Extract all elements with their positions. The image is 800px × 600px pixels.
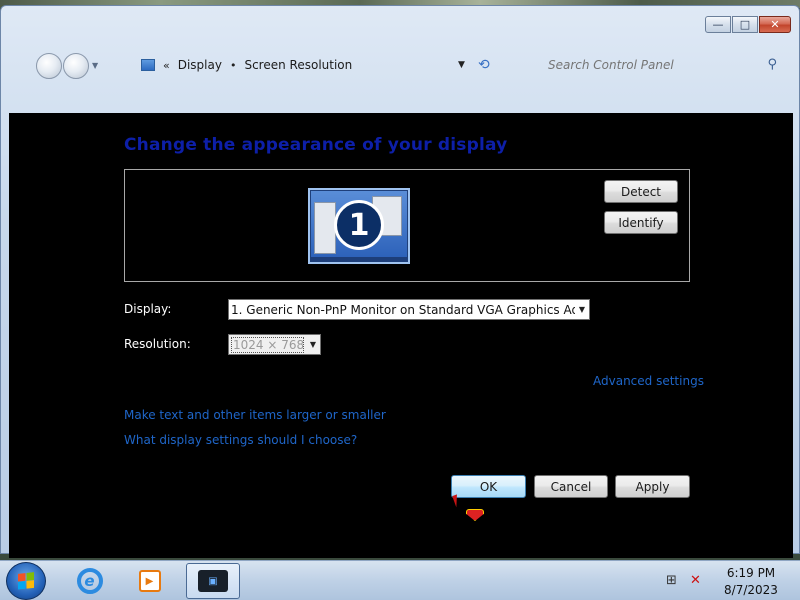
monitor-taskbar-thumbnail — [310, 257, 408, 262]
monitor-icon[interactable]: 1 — [308, 188, 410, 264]
apply-button[interactable]: Apply — [615, 475, 690, 498]
search-box[interactable]: ⚲ — [541, 54, 781, 76]
forward-button[interactable] — [63, 53, 89, 79]
taskbar-display-settings[interactable]: ▣ — [186, 563, 240, 599]
control-panel-icon — [141, 59, 155, 71]
page-title: Change the appearance of your display — [124, 135, 508, 155]
clock-time: 6:19 PM — [726, 566, 776, 580]
address-dropdown-icon[interactable]: ▼ — [458, 60, 465, 70]
monitor-window-thumbnail — [314, 202, 336, 254]
monitor-preview-panel: 1 Detect Identify — [124, 169, 690, 282]
volume-muted-icon[interactable]: ✕ — [690, 573, 701, 588]
display-help-link[interactable]: What display settings should I choose? — [124, 433, 357, 447]
control-panel-window: — □ ✕ ▼ « Display • Screen Resolution ▼ … — [0, 5, 800, 558]
breadcrumb-display[interactable]: Display — [178, 58, 222, 72]
network-icon[interactable]: ⊞ — [666, 573, 677, 588]
breadcrumb-screen-resolution[interactable]: Screen Resolution — [244, 58, 352, 72]
clock-date: 8/7/2023 — [724, 583, 778, 597]
chevron-down-icon: ▼ — [309, 340, 317, 349]
monitor-number: 1 — [334, 200, 384, 250]
close-button[interactable]: ✕ — [759, 16, 791, 33]
breadcrumb: « Display • Screen Resolution — [141, 54, 352, 76]
refresh-icon[interactable]: ⟲ — [478, 57, 490, 73]
display-select-value: 1. Generic Non-PnP Monitor on Standard V… — [231, 302, 575, 317]
resolution-label: Resolution: — [124, 337, 191, 351]
resolution-select[interactable]: 1024 × 768 ▼ — [228, 334, 321, 355]
text-size-link[interactable]: Make text and other items larger or smal… — [124, 408, 386, 422]
maximize-button[interactable]: □ — [732, 16, 758, 33]
breadcrumb-separator: • — [229, 58, 237, 72]
main-content: Change the appearance of your display 1 … — [9, 113, 793, 558]
advanced-settings-link[interactable]: Advanced settings — [593, 374, 704, 388]
breadcrumb-overflow[interactable]: « — [163, 59, 170, 72]
recent-pages-dropdown-icon[interactable]: ▼ — [92, 61, 98, 70]
resolution-select-value: 1024 × 768 — [231, 336, 304, 353]
display-select[interactable]: 1. Generic Non-PnP Monitor on Standard V… — [228, 299, 590, 320]
windows-logo-icon — [18, 572, 34, 590]
display-label: Display: — [124, 302, 172, 316]
taskbar-media-player[interactable]: ▶ — [122, 563, 177, 599]
cancel-button[interactable]: Cancel — [534, 475, 608, 498]
chevron-down-icon: ▼ — [578, 305, 586, 314]
system-clock[interactable]: 6:19 PM 8/7/2023 — [716, 565, 786, 599]
display-settings-icon: ▣ — [198, 570, 228, 592]
media-player-icon: ▶ — [138, 570, 161, 592]
window-controls: — □ ✕ — [705, 16, 791, 33]
search-icon[interactable]: ⚲ — [767, 57, 777, 72]
search-input[interactable] — [541, 58, 751, 72]
busy-cursor-icon — [466, 509, 484, 521]
internet-explorer-icon: e — [76, 568, 103, 594]
taskbar: e ▶ ▣ ⊞ ✕ 6:19 PM 8/7/2023 — [0, 560, 800, 600]
detect-button[interactable]: Detect — [604, 180, 678, 203]
start-button[interactable] — [6, 562, 46, 600]
taskbar-internet-explorer[interactable]: e — [62, 563, 117, 599]
identify-button[interactable]: Identify — [604, 211, 678, 234]
minimize-button[interactable]: — — [705, 16, 731, 33]
back-button[interactable] — [36, 53, 62, 79]
navigation-bar: ▼ « Display • Screen Resolution ▼ ⟲ ⚲ — [1, 46, 799, 82]
